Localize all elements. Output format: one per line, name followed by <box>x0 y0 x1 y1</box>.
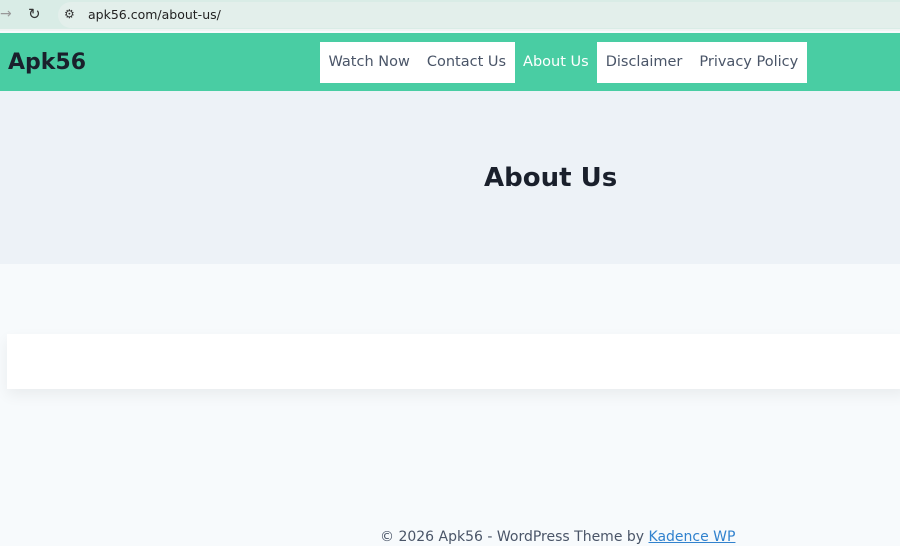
site-header: Apk56 Watch Now Contact Us About Us Disc… <box>0 33 900 91</box>
site-footer: © 2026 Apk56 - WordPress Theme by Kadenc… <box>380 529 735 545</box>
site-logo[interactable]: Apk56 <box>8 50 86 75</box>
page-hero: About Us <box>0 91 900 264</box>
browser-toolbar: → ↻ ⚙ apk56.com/about-us/ <box>0 0 900 31</box>
url-text[interactable]: apk56.com/about-us/ <box>88 7 221 22</box>
address-bar[interactable]: ⚙ apk56.com/about-us/ <box>58 2 900 28</box>
nav-contact-us[interactable]: Contact Us <box>418 42 514 83</box>
nav-about-us[interactable]: About Us <box>515 42 598 83</box>
page-title: About Us <box>484 163 618 193</box>
main-nav: Watch Now Contact Us About Us Disclaimer… <box>320 42 807 83</box>
kadence-link[interactable]: Kadence WP <box>649 529 736 545</box>
forward-icon[interactable]: → <box>0 6 12 22</box>
reload-icon[interactable]: ↻ <box>28 5 41 23</box>
footer-text: © 2026 Apk56 - WordPress Theme by <box>380 529 649 545</box>
nav-privacy-policy[interactable]: Privacy Policy <box>691 42 807 83</box>
site-settings-icon[interactable]: ⚙ <box>64 7 75 21</box>
content-card <box>7 334 900 389</box>
nav-disclaimer[interactable]: Disclaimer <box>597 42 691 83</box>
nav-watch-now[interactable]: Watch Now <box>320 42 418 83</box>
